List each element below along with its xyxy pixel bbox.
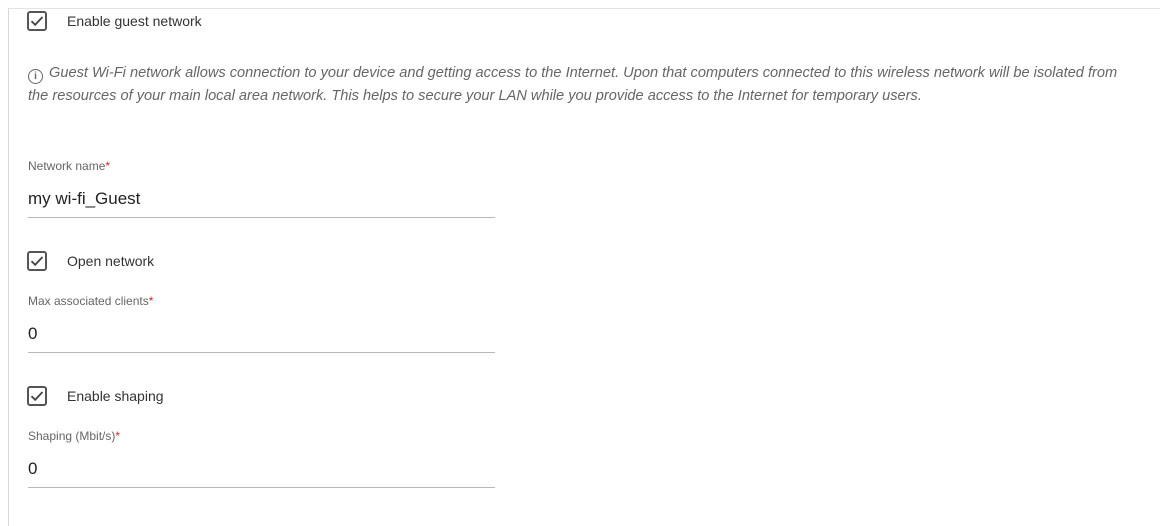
enable-guest-network-row: Enable guest network — [27, 10, 202, 32]
checkmark-icon — [30, 391, 44, 402]
max-clients-input[interactable] — [28, 324, 495, 353]
enable-shaping-label: Enable shaping — [67, 388, 164, 404]
open-network-checkbox[interactable] — [27, 251, 47, 271]
network-name-label: Network name* — [28, 159, 111, 173]
guest-info-text: i Guest Wi-Fi network allows connection t… — [28, 62, 1133, 108]
enable-shaping-row: Enable shaping — [27, 385, 164, 407]
info-circle-icon: i — [28, 69, 43, 84]
enable-guest-network-checkbox[interactable] — [27, 11, 47, 31]
shaping-input[interactable] — [28, 459, 495, 488]
max-clients-field: Max associated clients* — [28, 294, 495, 353]
required-mark: * — [105, 159, 111, 173]
network-name-input[interactable] — [28, 189, 495, 218]
shaping-field: Shaping (Mbit/s)* — [28, 429, 495, 488]
enable-guest-network-label: Enable guest network — [67, 13, 202, 29]
network-name-field: Network name* — [28, 159, 495, 218]
required-mark: * — [115, 429, 121, 443]
enable-shaping-checkbox[interactable] — [27, 386, 47, 406]
shaping-label: Shaping (Mbit/s)* — [28, 429, 121, 443]
checkmark-icon — [30, 16, 44, 27]
max-clients-label: Max associated clients* — [28, 294, 154, 308]
open-network-row: Open network — [27, 250, 154, 272]
guest-info-body: Guest Wi-Fi network allows connection to… — [28, 65, 1118, 104]
open-network-label: Open network — [67, 253, 155, 269]
required-mark: * — [148, 294, 154, 308]
checkmark-icon — [30, 256, 44, 267]
